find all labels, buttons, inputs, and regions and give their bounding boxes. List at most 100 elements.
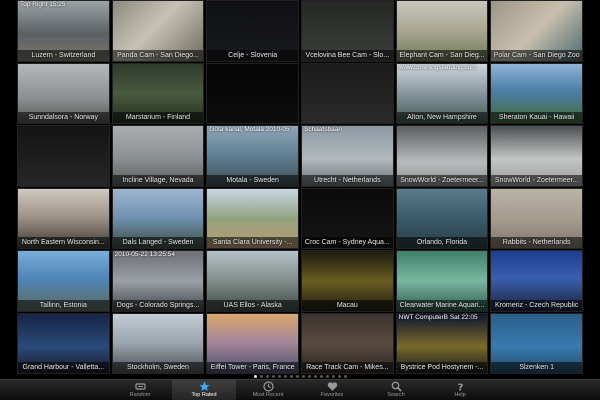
page-dot[interactable] — [277, 375, 281, 378]
webcam-thumbnail[interactable]: NWT ComputerB Sat 22:05 Bystrice Pod Host… — [395, 312, 489, 374]
webcam-label: Sunndalsora - Norway — [18, 112, 109, 123]
webcam-thumbnail[interactable]: Rabbits - Netherlands — [490, 187, 583, 249]
page-dot[interactable] — [283, 375, 287, 378]
webcam-thumbnail[interactable]: Celje - Slovenia — [206, 0, 299, 62]
svg-text:?: ? — [457, 383, 463, 393]
webcam-thumbnail[interactable]: Top Right 15:25 Luzern - Switzerland — [17, 0, 110, 62]
tab-bar: Random Top Rated Most Recent Favorites Searc… — [0, 379, 600, 400]
webcam-thumbnail[interactable]: SnowWorld - Zoetermeer... — [490, 125, 583, 187]
tab-label: Random — [129, 392, 151, 398]
webcam-thumbnail[interactable] — [300, 62, 394, 124]
webcam-overlay-text: Top Right 15:25 — [20, 1, 66, 8]
webcam-thumbnail[interactable]: Eiffel Tower - Paris, France — [206, 312, 299, 374]
webcam-thumbnail[interactable]: SnowWorld - Zoetermeer... — [395, 125, 489, 187]
webcam-thumbnail[interactable] — [206, 62, 299, 124]
webcam-thumbnail[interactable]: Race Track Cam - Mikes... — [300, 312, 394, 374]
webcam-overlay-text: Göta kanal, Motala 2010-05 — [209, 126, 290, 133]
tab-label: Most Recent — [252, 392, 284, 398]
webcam-label: Motala - Sweden — [207, 174, 298, 186]
webcam-thumbnail[interactable]: Orlando, Florida — [395, 187, 489, 249]
webcam-label: Grand Harbour - Valletta... — [18, 362, 109, 373]
webcam-overlay-text: Schaatsbaan — [303, 126, 342, 133]
webcam-thumbnail[interactable]: www.downingslanding.com Alton, New Hampsh… — [395, 62, 489, 124]
page-dot[interactable] — [337, 375, 341, 378]
search-icon — [391, 381, 402, 392]
webcam-label: Incline Village, Nevada — [112, 174, 204, 186]
tab-search[interactable]: Search — [364, 380, 428, 400]
webcam-thumbnail[interactable]: Macau — [300, 250, 394, 312]
webcam-label: Luzern - Switzerland — [18, 49, 109, 61]
webcam-grid: Top Right 15:25 Luzern - Switzerland Panda… — [17, 0, 583, 374]
webcam-thumbnail[interactable]: Marstarium - Finland — [111, 62, 205, 124]
tab-most-recent[interactable]: Most Recent — [236, 380, 300, 400]
webcam-label: SnowWorld - Zoetermeer... — [396, 174, 488, 186]
webcam-thumbnail[interactable]: UAS Ellos - Alaska — [206, 250, 299, 312]
page-dot[interactable] — [343, 375, 347, 378]
page-dot[interactable] — [319, 375, 323, 378]
webcam-thumbnail[interactable]: Croc Cam - Sydney Aqua... — [300, 187, 394, 249]
webcam-label: Bystrice Pod Hostynem -... — [396, 362, 488, 373]
tab-random[interactable]: Random — [108, 380, 172, 400]
webcam-thumbnail[interactable]: North Eastern Wisconsin... — [17, 187, 110, 249]
webcam-thumbnail[interactable]: Panda Cam - San Diego... — [111, 0, 205, 62]
webcam-thumbnail[interactable]: Slzenken 1 — [490, 312, 583, 374]
webcam-overlay-text: NWT ComputerB Sat 22:05 — [398, 313, 478, 321]
webcam-thumbnail[interactable]: Santa Clara University -... — [206, 187, 299, 249]
webcam-label: Slzenken 1 — [491, 362, 582, 373]
webcam-label: Orlando, Florida — [396, 237, 488, 248]
webcam-thumbnail[interactable]: Sunndalsora - Norway — [17, 62, 110, 124]
webcam-label: North Eastern Wisconsin... — [18, 237, 109, 248]
tab-top-rated[interactable]: Top Rated — [172, 380, 236, 400]
tab-help[interactable]: ? Help — [428, 380, 492, 400]
webcam-thumbnail[interactable]: Clearwater Marine Aquari... — [395, 250, 489, 312]
webcam-overlay-text: 2010-05-22 13:25:54 — [114, 251, 176, 258]
webcam-overlay-text: www.downingslanding.com — [398, 63, 477, 71]
webcam-label: Sheraton Kauai - Hawaii — [491, 112, 582, 123]
tab-label: Search — [387, 392, 405, 398]
webcam-thumbnail[interactable]: Göta kanal, Motala 2010-05 Motala - Swede… — [206, 125, 299, 187]
webcam-thumbnail[interactable]: Incline Village, Nevada — [111, 125, 205, 187]
tab-favorites[interactable]: Favorites — [300, 380, 364, 400]
webcam-label: Rabbits - Netherlands — [491, 237, 582, 248]
webcam-thumbnail[interactable]: Vcelovina Bee Cam - Slo... — [300, 0, 394, 62]
page-dot[interactable] — [331, 375, 335, 378]
page-dot[interactable] — [265, 375, 269, 378]
webcam-label: Kromeriz - Czech Republic — [491, 299, 582, 311]
page-dot[interactable] — [253, 375, 257, 378]
page-dot[interactable] — [295, 375, 299, 378]
page-dot[interactable] — [307, 375, 311, 378]
webcam-thumbnail[interactable]: Stockholm, Sweden — [111, 312, 205, 374]
webcam-label: Marstarium - Finland — [112, 112, 204, 123]
webcam-thumbnail[interactable]: Dals Langed - Sweden — [111, 187, 205, 249]
webcam-label: SnowWorld - Zoetermeer... — [491, 174, 582, 186]
webcam-thumbnail[interactable]: Grand Harbour - Valletta... — [17, 312, 110, 374]
page-dot[interactable] — [271, 375, 275, 378]
webcam-thumbnail[interactable]: Tallinn, Estonia — [17, 250, 110, 312]
webcam-thumbnail[interactable]: Schaatsbaan Utrecht - Netherlands — [300, 125, 394, 187]
webcam-label: Celje - Slovenia — [207, 49, 298, 61]
webcam-thumbnail[interactable]: Kromeriz - Czech Republic — [490, 250, 583, 312]
webcam-thumbnail[interactable]: Polar Cam - San Diego Zoo — [490, 0, 583, 62]
page-dot[interactable] — [325, 375, 329, 378]
webcam-label: Dals Langed - Sweden — [112, 237, 204, 248]
webcam-label: Macau — [301, 299, 393, 311]
page-dot[interactable] — [289, 375, 293, 378]
page-dot[interactable] — [259, 375, 263, 378]
clock-icon — [262, 381, 274, 392]
webcam-label: Stockholm, Sweden — [112, 362, 204, 373]
webcam-label: UAS Ellos - Alaska — [207, 299, 298, 311]
random-icon — [134, 381, 146, 392]
page-dot[interactable] — [313, 375, 317, 378]
webcam-thumbnail[interactable]: Sheraton Kauai - Hawaii — [490, 62, 583, 124]
star-icon — [199, 381, 210, 392]
webcam-label: Elephant Cam - San Dieg... — [396, 49, 488, 61]
tab-label: Favorites — [320, 392, 344, 398]
webcam-thumbnail[interactable]: Elephant Cam - San Dieg... — [395, 0, 489, 62]
webcam-label: Dogs - Colorado Springs... — [112, 299, 204, 311]
page-dot[interactable] — [301, 375, 305, 378]
webcam-label: Tallinn, Estonia — [18, 299, 109, 311]
webcam-thumbnail[interactable] — [17, 125, 110, 187]
webcam-thumbnail[interactable]: 2010-05-22 13:25:54 Dogs - Colorado Sprin… — [111, 250, 205, 312]
webcam-label: Alton, New Hampshire — [396, 112, 488, 123]
heart-icon — [327, 381, 338, 392]
